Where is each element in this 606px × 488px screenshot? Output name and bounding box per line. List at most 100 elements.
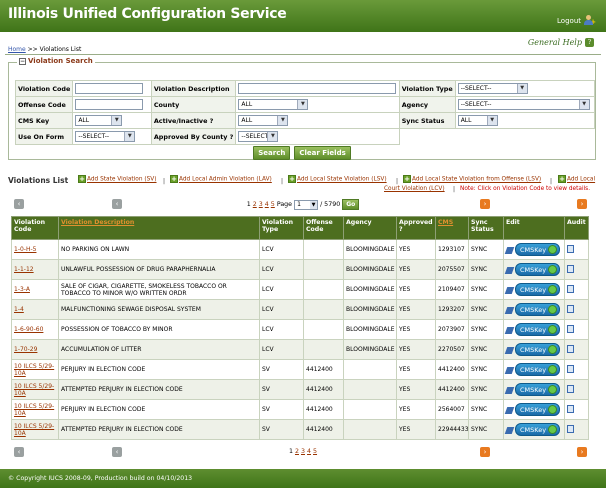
key-icon[interactable] — [548, 325, 558, 334]
edit-pencil-icon[interactable] — [504, 366, 515, 374]
add-local-court-violation-label-1[interactable]: Add Local — [567, 177, 595, 183]
violation-code-link[interactable]: 10 ILCS 5/29-10A — [14, 363, 54, 377]
page-link-1[interactable]: 1 — [247, 201, 251, 208]
key-icon[interactable] — [548, 425, 558, 434]
cms-key-label[interactable]: CMSKey — [520, 266, 546, 274]
violation-code-link[interactable]: 10 ILCS 5/29-10A — [14, 403, 54, 417]
edit-pencil-icon[interactable] — [504, 306, 515, 314]
cms-key-button[interactable]: CMSKey — [515, 323, 561, 336]
page-link-2-bottom[interactable]: 2 — [295, 448, 299, 455]
cms-key-label[interactable]: CMSKey — [520, 406, 546, 414]
key-icon[interactable] — [548, 365, 558, 374]
page-link-5[interactable]: 5 — [271, 201, 275, 208]
cms-key-label[interactable]: CMSKey — [520, 306, 546, 314]
search-legend[interactable]: − Violation Search — [17, 57, 95, 65]
help-icon[interactable]: ? — [585, 38, 594, 47]
audit-document-icon[interactable] — [567, 244, 574, 253]
add-state-violation-link[interactable]: + Add State Violation (SV) — [78, 175, 157, 183]
audit-document-icon[interactable] — [567, 404, 574, 413]
cms-key-label[interactable]: CMSKey — [520, 246, 546, 254]
use-on-form-select[interactable]: --SELECT-- — [75, 131, 136, 142]
search-button[interactable]: Search — [253, 146, 291, 160]
sync-status-select[interactable]: ALL — [457, 115, 498, 126]
audit-document-icon[interactable] — [567, 364, 574, 373]
add-local-court-violation-link[interactable]: + Add Local — [558, 175, 595, 183]
cms-key-button[interactable]: CMSKey — [515, 403, 561, 416]
key-icon[interactable] — [548, 345, 558, 354]
cms-key-label[interactable]: CMSKey — [520, 366, 546, 374]
add-local-state-violation-link[interactable]: + Add Local State Violation (LSV) — [288, 175, 387, 183]
add-local-court-violation-label-2[interactable]: Court Violation (LCV) — [384, 186, 445, 192]
violation-code-link[interactable]: 1-70-29 — [14, 346, 37, 353]
audit-document-icon[interactable] — [567, 424, 574, 433]
cms-key-button[interactable]: CMSKey — [515, 243, 561, 256]
breadcrumb-home-link[interactable]: Home — [8, 46, 26, 53]
cms-key-button[interactable]: CMSKey — [515, 423, 561, 436]
violation-code-link[interactable]: 10 ILCS 5/29-10A — [14, 423, 54, 437]
cms-key-button[interactable]: CMSKey — [515, 383, 561, 396]
violation-code-link[interactable]: 1-6-90-60 — [14, 326, 43, 333]
edit-pencil-icon[interactable] — [504, 386, 515, 394]
add-local-court-violation-link-cont[interactable]: Court Violation (LCV) — [384, 186, 445, 192]
cms-key-button[interactable]: CMSKey — [515, 303, 561, 316]
collapse-icon[interactable]: − — [19, 57, 26, 65]
page-link-5-bottom[interactable]: 5 — [313, 448, 317, 455]
key-icon[interactable] — [548, 405, 558, 414]
key-icon[interactable] — [548, 305, 558, 314]
audit-document-icon[interactable] — [567, 344, 574, 353]
go-button[interactable]: Go — [342, 199, 360, 210]
page-link-4-bottom[interactable]: 4 — [307, 448, 311, 455]
audit-document-icon[interactable] — [567, 384, 574, 393]
key-icon[interactable] — [548, 245, 558, 254]
cms-key-label[interactable]: CMSKey — [520, 426, 546, 434]
active-inactive-select[interactable]: ALL — [238, 115, 289, 126]
violation-code-link[interactable]: 10 ILCS 5/29-10A — [14, 383, 54, 397]
cms-key-label[interactable]: CMSKey — [520, 286, 546, 294]
add-local-admin-violation-label[interactable]: Add Local Admin Violation (LAV) — [179, 177, 272, 183]
general-help-link[interactable]: General Help ? — [528, 38, 594, 47]
plus-icon[interactable]: + — [170, 175, 178, 183]
cms-key-button[interactable]: CMSKey — [515, 263, 561, 276]
cms-key-label[interactable]: CMSKey — [520, 326, 546, 334]
edit-pencil-icon[interactable] — [504, 266, 515, 274]
key-icon[interactable] — [548, 265, 558, 274]
edit-pencil-icon[interactable] — [504, 286, 515, 294]
page-link-1-bottom[interactable]: 1 — [289, 448, 293, 455]
audit-document-icon[interactable] — [567, 324, 574, 333]
logout-label[interactable]: Logout — [557, 17, 581, 25]
agency-select[interactable]: --SELECT-- — [457, 99, 590, 110]
add-state-violation-label[interactable]: Add State Violation (SV) — [87, 177, 157, 183]
approved-by-county-select[interactable]: --SELECT-- — [238, 131, 279, 142]
page-link-2[interactable]: 2 — [253, 201, 257, 208]
edit-pencil-icon[interactable] — [504, 426, 515, 434]
audit-document-icon[interactable] — [567, 284, 574, 293]
general-help-label[interactable]: General Help — [528, 38, 582, 47]
audit-document-icon[interactable] — [567, 304, 574, 313]
add-lsv-from-offense-label[interactable]: Add Local State Violation from Offense (… — [412, 177, 541, 183]
key-icon[interactable] — [548, 285, 558, 294]
page-link-4[interactable]: 4 — [265, 201, 269, 208]
clear-fields-button[interactable]: Clear Fields — [294, 146, 351, 160]
audit-document-icon[interactable] — [567, 264, 574, 273]
violation-code-link[interactable]: 1-3-A — [14, 286, 30, 293]
user-logout-icon[interactable]: + — [584, 15, 596, 26]
cms-key-label[interactable]: CMSKey — [520, 386, 546, 394]
plus-icon[interactable]: + — [558, 175, 566, 183]
page-select[interactable]: 1 — [294, 199, 319, 210]
violation-type-select[interactable]: --SELECT-- — [457, 83, 528, 94]
edit-pencil-icon[interactable] — [504, 246, 515, 254]
edit-pencil-icon[interactable] — [504, 406, 515, 414]
cms-key-button[interactable]: CMSKey — [515, 343, 561, 356]
edit-pencil-icon[interactable] — [504, 326, 515, 334]
cms-key-label[interactable]: CMSKey — [520, 346, 546, 354]
page-link-3-bottom[interactable]: 3 — [301, 448, 305, 455]
cms-key-select[interactable]: ALL — [75, 115, 123, 126]
violation-description-input[interactable] — [238, 83, 397, 94]
cms-key-button[interactable]: CMSKey — [515, 283, 561, 296]
add-lsv-from-offense-link[interactable]: + Add Local State Violation from Offense … — [403, 175, 541, 183]
add-local-admin-violation-link[interactable]: + Add Local Admin Violation (LAV) — [170, 175, 272, 183]
cms-key-button[interactable]: CMSKey — [515, 363, 561, 376]
add-local-state-violation-label[interactable]: Add Local State Violation (LSV) — [297, 177, 387, 183]
sort-cms-link[interactable]: CMS — [438, 219, 453, 226]
key-icon[interactable] — [548, 385, 558, 394]
